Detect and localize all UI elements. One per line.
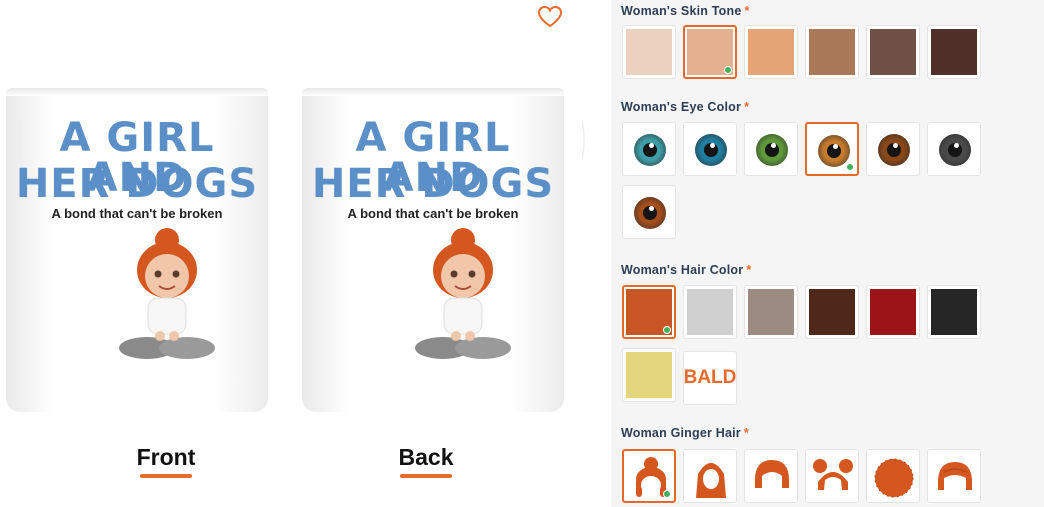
swatch-color <box>626 352 672 398</box>
long-straight-hairstyle-icon <box>696 463 726 498</box>
required-mark: * <box>744 100 750 114</box>
hair-color-swatch-4[interactable] <box>805 285 859 339</box>
mug-title-line2: HER DOGS <box>15 161 259 207</box>
mug-rim <box>6 88 268 96</box>
girl-illustration <box>415 228 511 359</box>
skin-tone-swatch-3[interactable] <box>744 25 798 79</box>
eye-color-swatch-1[interactable] <box>622 122 676 176</box>
eye-color-swatch-3[interactable] <box>744 122 798 176</box>
eye-glint <box>649 143 654 148</box>
short-pixie-hairstyle-icon <box>938 462 972 490</box>
hair-color-label-text: Woman's Hair Color <box>621 263 744 277</box>
eye-color-swatch-2[interactable] <box>683 122 737 176</box>
swatch-color <box>626 29 672 75</box>
swatch-color <box>870 289 916 335</box>
ginger-hair-swatch-4[interactable] <box>805 449 859 503</box>
skin-tone-swatch-5[interactable] <box>866 25 920 79</box>
girl-illustration <box>119 228 215 359</box>
swatch-color <box>931 289 977 335</box>
hair-color-swatch-3[interactable] <box>744 285 798 339</box>
ginger-hair-label: Woman Ginger Hair * <box>621 426 749 440</box>
space-buns-hairstyle-icon <box>813 459 853 490</box>
eye-color-label-text: Woman's Eye Color <box>621 100 742 114</box>
hair-color-swatch-5[interactable] <box>866 285 920 339</box>
skin-tone-swatch-2[interactable] <box>683 25 737 79</box>
mug-back-image[interactable]: A GIRL AND HER DOGS A bond that can't be… <box>302 88 564 412</box>
eye-glint <box>710 143 715 148</box>
required-mark: * <box>744 4 750 18</box>
mug-handle-right <box>582 120 585 160</box>
eye-color-label: Woman's Eye Color * <box>621 100 749 114</box>
swatch-color <box>931 29 977 75</box>
swatch-color <box>748 29 794 75</box>
eye-icon <box>756 134 788 166</box>
eye-icon <box>939 134 971 166</box>
swatch-color <box>870 29 916 75</box>
required-mark: * <box>746 263 752 277</box>
front-active-underline <box>140 474 192 478</box>
eye-glint <box>649 206 654 211</box>
skin-tone-swatch-4[interactable] <box>805 25 859 79</box>
mug-handle-left <box>19 120 22 160</box>
eye-color-swatch-6[interactable] <box>927 122 981 176</box>
front-view-tab[interactable]: Front <box>106 444 226 471</box>
ginger-hair-swatch-2[interactable] <box>683 449 737 503</box>
swatch-color <box>748 289 794 335</box>
eye-color-swatch-7[interactable] <box>622 185 676 239</box>
swatch-color <box>809 289 855 335</box>
hair-color-label: Woman's Hair Color * <box>621 263 751 277</box>
hair-color-swatch-7[interactable] <box>622 348 676 402</box>
eye-icon <box>695 134 727 166</box>
hair-color-swatch-2[interactable] <box>683 285 737 339</box>
wishlist-button[interactable] <box>530 0 570 34</box>
swatch-color <box>809 29 855 75</box>
selected-check-icon <box>846 163 854 171</box>
bob-hairstyle-icon <box>755 460 789 488</box>
eye-icon <box>634 197 666 229</box>
mug-subtitle: A bond that can't be broken <box>347 206 519 221</box>
bald-label: BALD <box>683 367 737 388</box>
eye-icon <box>878 134 910 166</box>
selected-check-icon <box>663 326 671 334</box>
required-mark: * <box>743 426 749 440</box>
skin-tone-label: Woman's Skin Tone * <box>621 4 750 18</box>
eye-color-swatch-5[interactable] <box>866 122 920 176</box>
ginger-hair-swatch-5[interactable] <box>866 449 920 503</box>
eye-glint <box>833 144 838 149</box>
ginger-hair-swatch-1[interactable] <box>622 449 676 503</box>
selected-check-icon <box>724 66 732 74</box>
mug-rim <box>302 88 564 96</box>
mug-title-line2: HER DOGS <box>311 161 555 207</box>
hair-color-swatch-6[interactable] <box>927 285 981 339</box>
skin-tone-label-text: Woman's Skin Tone <box>621 4 742 18</box>
skin-tone-swatch-6[interactable] <box>927 25 981 79</box>
skin-tone-swatch-1[interactable] <box>622 25 676 79</box>
hair-color-swatch-bald[interactable]: BALD <box>683 351 737 405</box>
eye-icon <box>818 135 850 167</box>
afro-hairstyle-icon <box>874 458 914 498</box>
back-view-tab[interactable]: Back <box>366 444 486 471</box>
eye-icon <box>634 134 666 166</box>
swatch-color <box>687 289 733 335</box>
heart-icon <box>537 5 563 28</box>
eye-glint <box>771 143 776 148</box>
eye-glint <box>893 143 898 148</box>
ginger-hair-swatch-3[interactable] <box>744 449 798 503</box>
ginger-hair-label-text: Woman Ginger Hair <box>621 426 741 440</box>
back-active-underline <box>400 474 452 478</box>
eye-glint <box>954 143 959 148</box>
ginger-hair-swatch-6[interactable] <box>927 449 981 503</box>
selected-check-icon <box>663 490 671 498</box>
hair-color-swatch-1[interactable] <box>622 285 676 339</box>
options-panel: Woman's Skin Tone * Woman's Eye Color * Wo… <box>611 0 1044 507</box>
mug-subtitle: A bond that can't be broken <box>51 206 223 221</box>
product-preview: A GIRL AND HER DOGS A bond that can't be… <box>0 0 611 507</box>
eye-color-swatch-4[interactable] <box>805 122 859 176</box>
mug-front-image[interactable]: A GIRL AND HER DOGS A bond that can't be… <box>6 88 268 412</box>
